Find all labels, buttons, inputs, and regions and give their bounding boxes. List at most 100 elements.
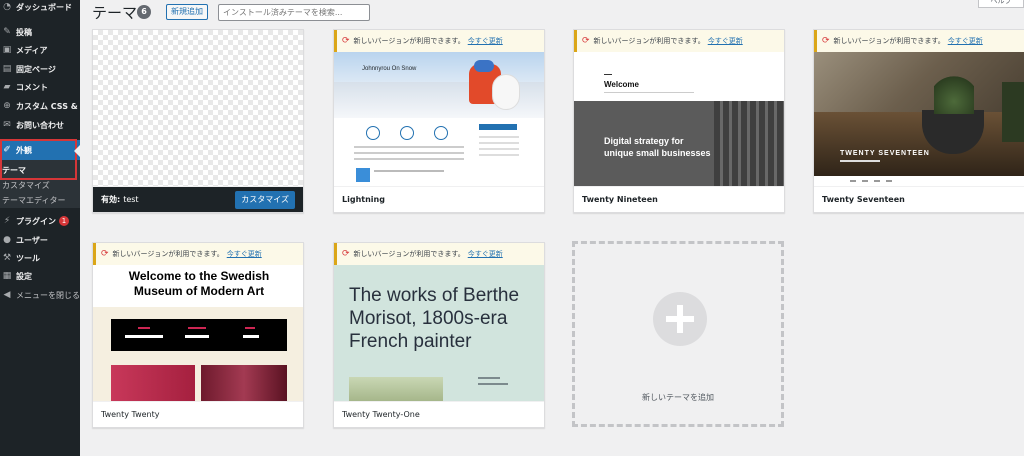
- info-value: [185, 335, 209, 338]
- mail-icon: ✉: [3, 120, 11, 130]
- theme-name: test: [123, 195, 139, 204]
- theme-name: Twenty Nineteen: [582, 195, 658, 204]
- calendar-wall: [714, 101, 784, 188]
- theme-card-footer: Twenty Twenty: [93, 401, 303, 427]
- media-icon: ▣: [2, 45, 12, 55]
- text-line: [479, 148, 519, 150]
- update-notice: ⟳ 新しいバージョンが利用できます。 今すぐ更新: [93, 243, 303, 265]
- theme-card-twenty-twenty-one[interactable]: ⟳ 新しいバージョンが利用できます。 今すぐ更新 The works of Be…: [333, 242, 545, 428]
- theme-name: Lightning: [342, 195, 385, 204]
- thumbnail: [356, 168, 370, 182]
- current-menu-arrow: [74, 145, 80, 157]
- text-line: [354, 146, 464, 148]
- sidebar-item-tools[interactable]: ⚒ ツール: [0, 249, 80, 267]
- sidebar-item-custom-css-js[interactable]: ⊕ カスタム CSS & JS: [0, 97, 80, 115]
- update-notice: ⟳ 新しいバージョンが利用できます。 今すぐ更新: [574, 30, 784, 52]
- settings-icon: ▦: [2, 271, 12, 281]
- update-icon: ⟳: [342, 36, 350, 46]
- update-now-link[interactable]: 今すぐ更新: [708, 36, 743, 46]
- update-now-link[interactable]: 今すぐ更新: [468, 36, 503, 46]
- theme-card-twenty-twenty[interactable]: ⟳ 新しいバージョンが利用できます。 今すぐ更新 Welcome to the …: [92, 242, 304, 428]
- theme-card-footer: Twenty Nineteen: [574, 186, 784, 212]
- submenu-item-customize[interactable]: カスタマイズ: [2, 180, 50, 191]
- plant-leaves: [934, 72, 974, 114]
- admin-sidebar: ◔ ダッシュボード ✎ 投稿 ▣ メディア ▤ 固定ページ ▰ コメント ⊕ カ…: [0, 0, 80, 456]
- add-new-theme-card[interactable]: 新しいテーマを追加: [572, 241, 784, 427]
- theme-card-twenty-nineteen[interactable]: ⟳ 新しいバージョンが利用できます。 今すぐ更新 Welcome Digital…: [573, 29, 785, 213]
- art-image-2: [201, 365, 287, 403]
- theme-screenshot-twenty-twenty[interactable]: Welcome to the Swedish Museum of Modern …: [93, 265, 303, 403]
- sidebar-item-media[interactable]: ▣ メディア: [0, 41, 80, 59]
- info-label: [245, 327, 255, 329]
- update-notice: ⟳ 新しいバージョンが利用できます。 今すぐ更新: [814, 30, 1024, 52]
- pin-icon: ✎: [3, 27, 11, 37]
- divider: [604, 92, 694, 93]
- theme-screenshot-test[interactable]: [93, 30, 303, 188]
- update-now-link[interactable]: 今すぐ更新: [468, 249, 503, 259]
- theme-card-test[interactable]: 有効: test カスタマイズ: [92, 29, 304, 213]
- page-title: テーマ: [92, 4, 138, 22]
- painting-image: [349, 377, 443, 403]
- collapse-icon: ◀: [3, 290, 11, 300]
- theme-screenshot-twenty-twenty-one[interactable]: The works of Berthe Morisot, 1800s-era F…: [334, 265, 544, 403]
- theme-name: Twenty Seventeen: [822, 195, 905, 204]
- user-icon: ●: [3, 235, 11, 245]
- update-notice: ⟳ 新しいバージョンが利用できます。 今すぐ更新: [334, 243, 544, 265]
- tagline-line: [840, 160, 880, 162]
- info-value: [125, 335, 163, 338]
- help-tab[interactable]: ヘルプ: [978, 0, 1024, 8]
- sidebar-item-settings[interactable]: ▦ 設定: [0, 267, 80, 285]
- theme-card-twenty-seventeen[interactable]: ⟳ 新しいバージョンが利用できます。 今すぐ更新 TWENTY SEVENTEE…: [813, 29, 1024, 213]
- customize-button[interactable]: カスタマイズ: [235, 191, 295, 209]
- sidebar-item-users[interactable]: ● ユーザー: [0, 231, 80, 249]
- update-notice: ⟳ 新しいバージョンが利用できます。 今すぐ更新: [334, 30, 544, 52]
- plugin-icon: ⚡: [3, 216, 11, 226]
- info-value: [243, 335, 259, 338]
- update-icon: ⟳: [342, 249, 350, 259]
- goggles: [474, 60, 494, 72]
- theme-count-badge: 6: [137, 5, 151, 19]
- theme-card-footer: Twenty Seventeen: [814, 186, 1024, 212]
- submenu-item-theme-editor[interactable]: テーマエディター: [2, 195, 65, 206]
- submenu-item-themes[interactable]: テーマ: [2, 165, 26, 176]
- theme-search-input[interactable]: [218, 4, 370, 21]
- wooden-table: [814, 112, 1024, 176]
- nav-line: [850, 180, 856, 182]
- update-now-link[interactable]: 今すぐ更新: [948, 36, 983, 46]
- update-now-link[interactable]: 今すぐ更新: [227, 249, 262, 259]
- sidebar-item-posts[interactable]: ✎ 投稿: [0, 23, 80, 41]
- add-new-theme-button[interactable]: 新規追加: [166, 4, 208, 20]
- appearance-submenu: テーマ カスタマイズ テーマエディター: [0, 160, 80, 208]
- theme-card-footer: 有効: test カスタマイズ: [93, 186, 303, 212]
- text-line: [374, 170, 444, 172]
- plus-circle-icon: ⊕: [3, 101, 11, 111]
- add-new-theme-label: 新しいテーマを追加: [642, 393, 714, 402]
- background-plant: [1002, 82, 1024, 142]
- page-icon: ▤: [2, 64, 12, 74]
- theme-screenshot-lightning[interactable]: Johnnyrou On Snow: [334, 52, 544, 188]
- nav-line: [886, 180, 892, 182]
- sidebar-item-dashboard[interactable]: ◔ ダッシュボード: [0, 0, 80, 16]
- info-label: [188, 327, 206, 329]
- theme-card-footer: Lightning: [334, 186, 544, 212]
- comment-icon: ▰: [3, 82, 11, 92]
- sidebar-item-comments[interactable]: ▰ コメント: [0, 78, 80, 96]
- text-line: [479, 142, 519, 144]
- theme-card-lightning[interactable]: ⟳ 新しいバージョンが利用できます。 今すぐ更新 Johnnyrou On Sn…: [333, 29, 545, 213]
- theme-screenshot-twenty-seventeen[interactable]: TWENTY SEVENTEEN: [814, 52, 1024, 188]
- theme-screenshot-twenty-nineteen[interactable]: Welcome Digital strategy for unique smal…: [574, 52, 784, 188]
- sidebar-item-plugins[interactable]: ⚡ プラグイン 1: [0, 212, 80, 230]
- logo-dash: [604, 74, 612, 75]
- sidebar-item-collapse[interactable]: ◀ メニューを閉じる: [0, 286, 80, 304]
- sidebar-item-appearance[interactable]: ✐ 外観: [0, 140, 80, 160]
- sidebar-item-pages[interactable]: ▤ 固定ページ: [0, 60, 80, 78]
- plus-icon: [653, 292, 707, 346]
- sidebar-item-contact[interactable]: ✉ お問い合わせ: [0, 116, 80, 134]
- brush-icon: ✐: [3, 145, 11, 155]
- sidebar-button: [479, 124, 517, 130]
- nav-line: [862, 180, 868, 182]
- nav-line: [874, 180, 880, 182]
- wrench-icon: ⚒: [2, 253, 12, 263]
- theme-name: Twenty Twenty-One: [342, 410, 420, 419]
- theme-name: Twenty Twenty: [101, 410, 160, 419]
